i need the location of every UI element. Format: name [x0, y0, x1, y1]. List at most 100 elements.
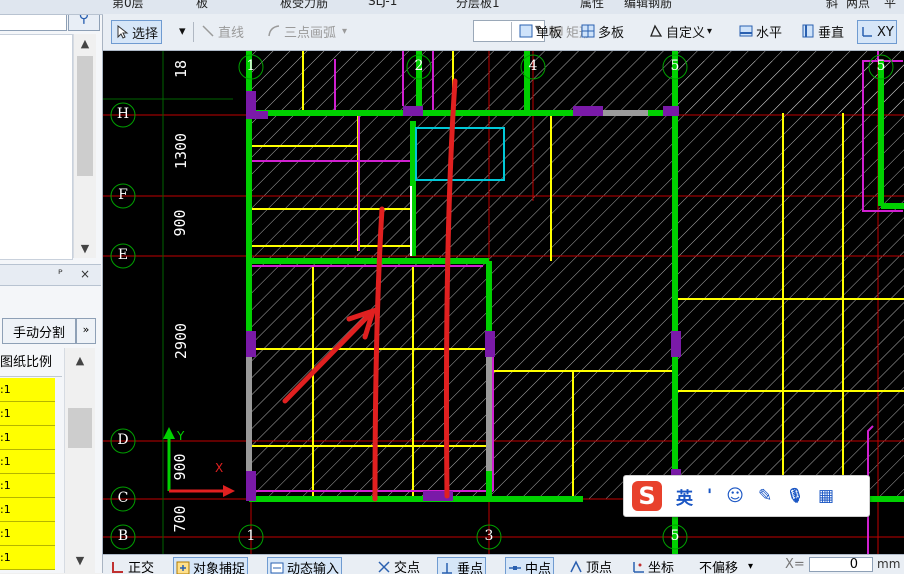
line-button[interactable]: 直线: [201, 20, 244, 42]
intersect-icon: [377, 560, 391, 574]
vertex-icon: [569, 560, 583, 574]
panel-header: ᴾ ×: [0, 264, 101, 286]
component-type[interactable]: 板: [196, 0, 208, 11]
perpendicular-snap-button[interactable]: 垂点: [437, 557, 486, 574]
unit-label: mm: [877, 557, 900, 571]
floor-selector[interactable]: 第0层: [112, 0, 144, 11]
ortho-toggle[interactable]: 正交: [111, 557, 154, 574]
snap-icon: [176, 561, 190, 574]
scroll-thumb[interactable]: [77, 56, 93, 176]
arc-dropdown-icon[interactable]: ▾: [342, 26, 347, 37]
object-snap-toggle[interactable]: 对象捕捉: [173, 557, 248, 574]
table-row[interactable]: :1: [0, 378, 55, 402]
table-scrollbar[interactable]: ▲ ▼: [64, 348, 95, 573]
axis-label: D: [115, 432, 131, 448]
cursor-icon: [115, 25, 129, 39]
scroll-up-icon[interactable]: ▲: [74, 37, 96, 50]
dimension-label: 700: [171, 499, 195, 539]
sogou-logo-icon[interactable]: S: [632, 481, 662, 511]
table-row[interactable]: :1: [0, 474, 55, 498]
table-row[interactable]: :1: [0, 402, 55, 426]
layer-selector[interactable]: 分层板1: [456, 0, 500, 11]
table-row[interactable]: :1: [0, 522, 55, 546]
dimension-label: 18: [172, 54, 196, 84]
scroll-down-icon[interactable]: ▼: [74, 242, 96, 255]
axis-label: 1: [243, 58, 259, 74]
x-input[interactable]: 0: [809, 557, 873, 572]
multi-board-icon: [581, 24, 595, 38]
table-row[interactable]: :1: [0, 498, 55, 522]
more-button[interactable]: »: [76, 318, 96, 344]
arc-icon: [267, 24, 281, 38]
manual-split-button[interactable]: 手动分割: [2, 318, 76, 344]
status-bar: 正交 对象捕捉 动态输入 交点 垂点 中点 顶点: [103, 554, 904, 574]
pin-icon[interactable]: ᴾ: [58, 267, 63, 281]
table-row[interactable]: :1: [0, 426, 55, 450]
custom-dropdown-icon[interactable]: ▾: [707, 26, 712, 37]
dimension-label: 1300: [172, 126, 196, 176]
close-icon[interactable]: ×: [80, 267, 90, 281]
table-row[interactable]: :1: [0, 546, 55, 570]
two-point-button[interactable]: 两点: [846, 0, 870, 11]
horizontal-button[interactable]: 水平: [739, 20, 782, 42]
component-subtype[interactable]: 板受力筋: [280, 0, 328, 11]
coordinate-snap-button[interactable]: 坐标: [631, 557, 674, 574]
vertical-icon: [801, 24, 815, 38]
single-board-button[interactable]: 单板: [519, 20, 562, 42]
component-name[interactable]: SLJ-1: [368, 0, 397, 8]
slant-button[interactable]: 斜: [826, 0, 838, 11]
table-row[interactable]: :1: [0, 450, 55, 474]
line-icon: [201, 24, 215, 38]
emoji-icon[interactable]: ☺: [726, 486, 744, 506]
scroll-thumb[interactable]: [68, 408, 92, 448]
midpoint-snap-button[interactable]: 中点: [505, 557, 554, 574]
pen-icon[interactable]: ✎: [758, 486, 772, 506]
axis-label: B: [115, 528, 131, 544]
x-label: X=: [785, 557, 805, 572]
three-point-arc-button[interactable]: 三点画弧 ▾: [267, 20, 347, 42]
custom-button[interactable]: 自定义 ▾: [649, 20, 712, 42]
select-dropdown-icon[interactable]: ▾: [179, 20, 186, 42]
dimension-label: 900: [171, 203, 195, 243]
dynamic-input-icon: [270, 561, 284, 574]
ime-language-toggle[interactable]: 英: [676, 484, 693, 509]
microphone-icon[interactable]: 🎙: [786, 488, 804, 504]
edit-rebar-button[interactable]: 编辑钢筋: [624, 0, 672, 11]
draw-toolbar: 选择 ▾ 直线 三点画弧 ▾ ▾ 矩形 单板 多板: [103, 14, 904, 51]
flat-button[interactable]: 平: [884, 0, 896, 11]
single-board-icon: [519, 24, 533, 38]
xy-button[interactable]: XY: [857, 20, 897, 44]
grid-menu-icon[interactable]: ▦: [818, 486, 834, 506]
vertex-snap-button[interactable]: 顶点: [569, 557, 612, 574]
tree-view[interactable]: [0, 34, 73, 260]
axis-label: 5: [667, 58, 683, 74]
coordinate-icon: [631, 560, 645, 574]
ime-toolbar[interactable]: S 英 ' ☺ ✎ 🎙 ▦: [623, 475, 870, 517]
scroll-up-icon[interactable]: ▲: [65, 354, 95, 367]
perpendicular-icon: [440, 561, 454, 574]
axis-label: 4: [525, 58, 541, 74]
property-button[interactable]: 属性: [580, 0, 604, 11]
axis-label: 1: [243, 528, 259, 544]
scroll-down-icon[interactable]: ▼: [65, 554, 95, 567]
intersect-snap-button[interactable]: 交点: [377, 557, 420, 574]
multi-board-button[interactable]: 多板: [581, 20, 624, 42]
top-strip: 第0层 板 板受力筋 SLJ-1 分层板1 属性 编辑钢筋 斜 两点 平: [0, 0, 904, 15]
left-panel: ⚲ ▲ ▼ ᴾ × 手动分割 » 图纸比例 :1 :1 :1 :1 :1 :1 …: [0, 0, 103, 573]
tree-scrollbar[interactable]: ▲ ▼: [73, 34, 96, 258]
ime-punctuation-toggle[interactable]: ': [707, 486, 712, 506]
scale-column-header: 图纸比例: [0, 350, 62, 377]
axis-label: H: [115, 106, 131, 122]
horizontal-icon: [739, 24, 753, 38]
axis-label: 5: [873, 58, 889, 74]
custom-shape-icon: [649, 24, 663, 38]
axis-label: C: [115, 490, 131, 506]
offset-mode-select[interactable]: 不偏移 ▾: [699, 557, 753, 574]
midpoint-icon: [508, 561, 522, 574]
dynamic-input-toggle[interactable]: 动态输入: [267, 557, 342, 574]
select-button[interactable]: 选择: [111, 20, 162, 44]
dimension-label: 2900: [172, 316, 196, 366]
ortho-icon: [111, 560, 125, 574]
vertical-button[interactable]: 垂直: [801, 20, 844, 42]
axis-label: 3: [481, 528, 497, 544]
